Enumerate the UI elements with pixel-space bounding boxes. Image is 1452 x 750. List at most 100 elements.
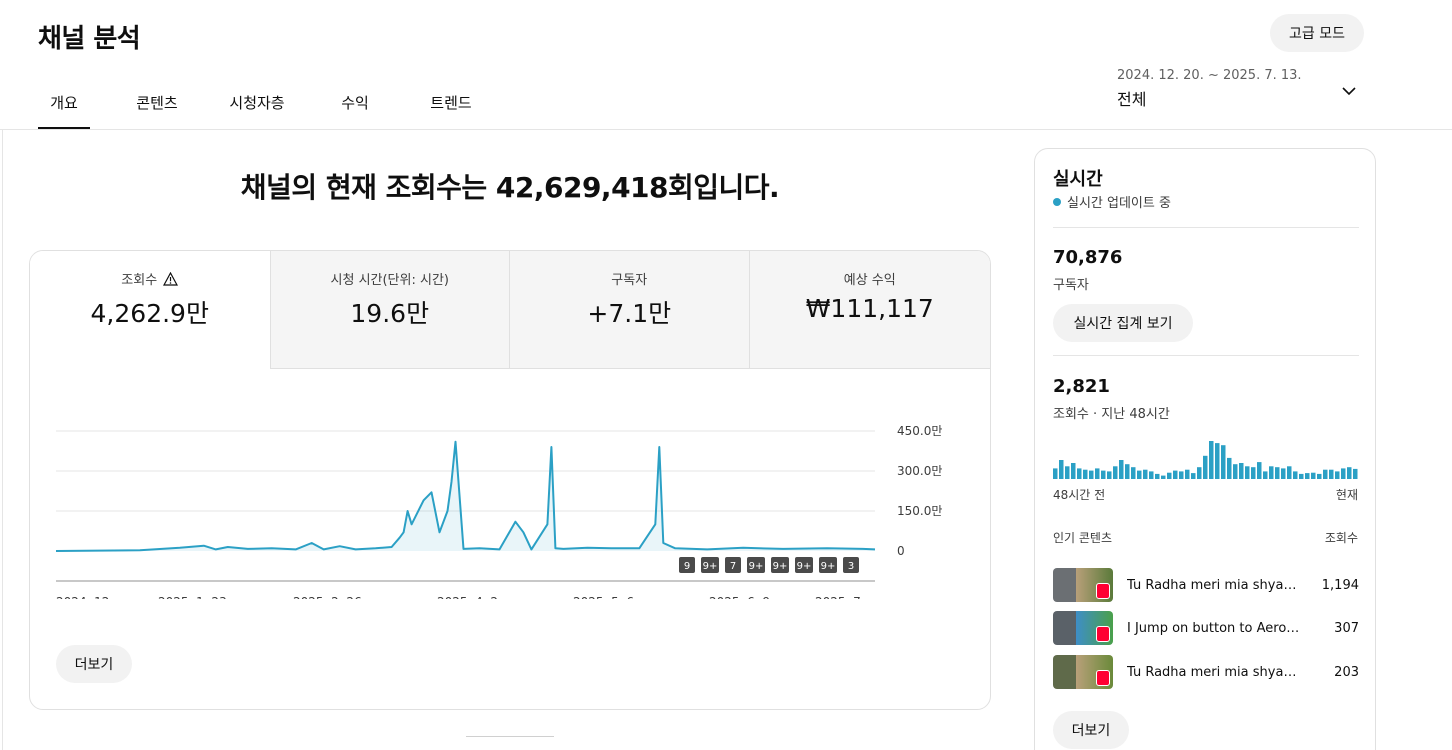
video-thumbnail (1053, 611, 1113, 645)
hourly-views-bar (1245, 466, 1250, 479)
shorts-icon (1096, 583, 1110, 599)
live-dot-icon (1053, 197, 1061, 206)
annotation-marker[interactable]: 9+ (701, 557, 719, 573)
hourly-views-bar (1137, 470, 1142, 479)
date-range-picker[interactable]: 2024. 12. 20. ~ 2025. 7. 13. 전체 (1117, 68, 1362, 118)
date-range-label: 전체 (1117, 90, 1147, 109)
popular-content-heading: 인기 콘텐츠 (1053, 531, 1113, 545)
popular-item[interactable]: Tu Radha meri mia shyam hu tera 1,194 (1053, 567, 1359, 603)
y-tick-label: 450.0만 (897, 424, 942, 438)
tab-trends[interactable]: 트렌드 (427, 78, 475, 130)
hourly-views-bar (1143, 469, 1148, 479)
metric-value: ₩111,117 (805, 294, 934, 323)
hourly-views-bar (1209, 441, 1214, 479)
header-divider (0, 129, 1452, 130)
metric-revenue[interactable]: 예상 수익 ₩111,117 (748, 251, 990, 369)
annotation-marker-label: 9+ (749, 561, 764, 572)
popular-views-heading: 조회수 (1324, 531, 1358, 545)
metric-tabs: 조회수 4,262.9만 시청 시간(단위: 시간) 19.6만 구독자 +7.… (30, 251, 990, 369)
hourly-views-bar (1161, 475, 1166, 479)
hourly-views-bar (1227, 457, 1232, 479)
metric-views[interactable]: 조회수 4,262.9만 (30, 251, 270, 369)
annotation-marker[interactable]: 7 (725, 557, 741, 573)
hourly-views-bar (1233, 464, 1238, 479)
realtime-aggregate-button[interactable]: 실시간 집계 보기 (1053, 304, 1193, 342)
annotation-marker-label: 9+ (821, 561, 836, 572)
realtime-status: 실시간 업데이트 중 (1053, 192, 1171, 211)
hourly-views-bar (1197, 467, 1202, 479)
tab-audience[interactable]: 시청자층 (226, 78, 288, 130)
realtime-title: 실시간 (1053, 169, 1103, 190)
annotation-marker[interactable]: 9+ (819, 557, 837, 573)
tab-revenue[interactable]: 수익 (338, 78, 372, 130)
metric-label: 시청 시간(단위: 시간) (330, 273, 449, 288)
channel-views-headline: 채널의 현재 조회수는 42,629,418회입니다. (240, 171, 780, 204)
overview-card: 조회수 4,262.9만 시청 시간(단위: 시간) 19.6만 구독자 +7.… (29, 250, 991, 710)
hourly-views-bar (1251, 467, 1256, 479)
video-thumbnail (1053, 568, 1113, 602)
popular-item-title: I Jump on button to Aeroplane (1127, 620, 1307, 636)
views-chart[interactable]: 450.0만 300.0만 150.0만 0 9 9+ 7 9+ 9+ 9+ 9+ 3 2024. 12… (30, 369, 990, 599)
left-divider (2, 130, 3, 750)
chevron-down-icon (1342, 87, 1356, 96)
popular-item[interactable]: I Jump on button to Aeroplane 307 (1053, 610, 1359, 646)
popular-item[interactable]: Tu Radha meri mia shyam hu tera 203 (1053, 654, 1359, 690)
video-thumbnail (1053, 655, 1113, 689)
shorts-icon (1096, 670, 1110, 686)
annotation-marker[interactable]: 9+ (747, 557, 765, 573)
warning-icon[interactable] (163, 271, 179, 286)
metric-label: 조회수 (121, 273, 158, 288)
hourly-views-bar (1353, 468, 1358, 479)
x-tick-label: 2025. 5. 6. (573, 595, 638, 599)
annotation-marker[interactable]: 9+ (795, 557, 813, 573)
annotation-marker-label: 9+ (773, 561, 788, 572)
hourly-views-bar (1293, 471, 1298, 479)
shorts-icon (1096, 626, 1110, 642)
popular-item-title: Tu Radha meri mia shyam hu tera (1127, 664, 1307, 680)
hourly-views-bar (1125, 464, 1130, 479)
y-tick-label: 300.0만 (897, 464, 942, 478)
realtime-views-label: 조회수 · 지난 48시간 (1053, 407, 1170, 422)
metric-label: 구독자 (611, 273, 648, 288)
page-title: 채널 분석 (38, 24, 141, 54)
annotation-marker-label: 7 (730, 561, 736, 572)
hourly-views-bar (1179, 471, 1184, 479)
advanced-mode-button[interactable]: 고급 모드 (1270, 14, 1364, 52)
hourly-views-bar (1191, 473, 1196, 479)
metric-value: +7.1만 (587, 299, 672, 328)
mini-chart-axis-end: 현재 (1335, 488, 1358, 502)
tab-overview[interactable]: 개요 (38, 78, 90, 130)
annotation-marker-label: 9+ (703, 561, 718, 572)
metric-watch-time[interactable]: 시청 시간(단위: 시간) 19.6만 (269, 251, 509, 369)
annotation-marker[interactable]: 9 (679, 557, 695, 573)
x-tick-label: 2025. 4. 2. (437, 595, 502, 599)
hourly-views-bar (1311, 472, 1316, 479)
realtime-views-value: 2,821 (1053, 376, 1110, 397)
hourly-views-bar (1077, 468, 1082, 479)
annotation-marker-label: 9+ (797, 561, 812, 572)
metric-subscribers[interactable]: 구독자 +7.1만 (509, 251, 749, 369)
hourly-views-bar (1329, 469, 1334, 479)
hourly-views-bar (1113, 466, 1118, 479)
hourly-views-bar (1203, 455, 1208, 479)
hourly-views-bar (1071, 463, 1076, 479)
scroll-stub (466, 736, 554, 737)
overview-more-button[interactable]: 더보기 (56, 645, 132, 683)
popular-item-views: 1,194 (1321, 577, 1359, 593)
hourly-views-bar (1341, 468, 1346, 479)
hourly-views-bar (1131, 467, 1136, 479)
hourly-views-bar (1059, 460, 1064, 479)
hourly-views-bar (1053, 468, 1058, 479)
hourly-views-bar (1167, 472, 1172, 479)
annotation-marker[interactable]: 3 (843, 557, 859, 573)
hourly-views-bar (1173, 470, 1178, 479)
annotation-marker[interactable]: 9+ (771, 557, 789, 573)
hourly-views-bar (1221, 445, 1226, 479)
realtime-views-chart[interactable] (1053, 437, 1359, 479)
realtime-more-button[interactable]: 더보기 (1053, 711, 1129, 749)
tab-content[interactable]: 콘텐츠 (136, 78, 178, 130)
realtime-divider (1053, 355, 1359, 356)
x-tick-label: 2025. 1. 23. (158, 595, 231, 599)
hourly-views-bar (1281, 468, 1286, 479)
realtime-subscribers-value: 70,876 (1053, 247, 1123, 268)
